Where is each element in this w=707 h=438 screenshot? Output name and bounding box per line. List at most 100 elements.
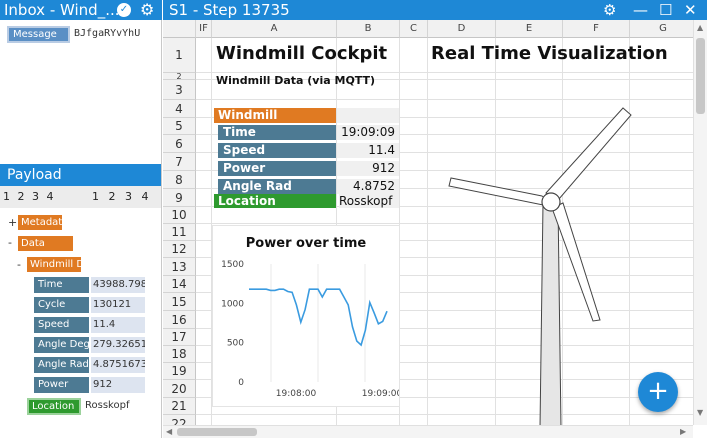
row-header[interactable]: 19 [163,363,196,380]
spreadsheet[interactable]: IF A B C D E F G 1 2 3 4 5 6 7 8 9 10 11 12 13 14 15 16… [163,20,693,425]
location-value: Rosskopf [339,194,399,208]
y-tick-label: 1500 [221,260,244,270]
row-header[interactable]: 11 [163,224,196,241]
table-value: 912 [337,161,399,176]
row-header[interactable]: 14 [163,276,196,293]
depth-levels-right[interactable]: 1 2 3 4 [92,186,151,208]
scroll-right-icon[interactable]: ▶ [680,427,686,436]
scroll-down-icon[interactable]: ▼ [697,408,703,417]
column-header[interactable]: C [400,20,428,38]
x-tick-label: 19:09:00 [362,389,399,399]
chart-plot: 0 500 1000 1500 19:08:00 19:09:00 [221,260,399,399]
row-header[interactable]: 7 [163,153,196,171]
column-header[interactable]: E [496,20,563,38]
windmill-blade [545,107,632,200]
row-header[interactable]: 5 [163,118,196,135]
field-key: Angle Rad [34,357,89,373]
left-window-title: Inbox - Wind_... ✓ ⚙ [0,0,162,20]
y-tick-label: 0 [238,378,244,388]
table-value: 4.8752 [337,179,399,194]
subtitle: Windmill Data (via MQTT) [216,74,376,87]
horizontal-scroll-thumb[interactable] [177,428,257,436]
table-value: 19:09:09 [337,125,399,140]
inbox-title: Inbox - Wind_... [4,1,120,19]
field-key: Power [34,377,89,393]
gear-icon[interactable]: ⚙ [140,0,154,20]
table-key: Angle Rad [218,179,336,194]
scroll-up-icon[interactable]: ▲ [697,23,703,32]
windmill-tower [539,202,562,425]
windmill-hub [541,192,561,212]
location-key: Location [214,194,336,208]
payload-title: Payload [0,164,161,186]
column-header[interactable]: IF [196,20,212,38]
field-value: 43988.798 [91,277,145,293]
field-key: Angle Deg [34,337,89,353]
minimize-icon[interactable]: — [633,0,648,20]
depth-selector: 1 2 3 4 1 2 3 4 [0,186,161,208]
field-key: Cycle [34,297,89,313]
y-tick-label: 1000 [221,299,244,309]
vertical-scrollbar[interactable]: ▲ ▼ [693,20,707,425]
check-icon: ✓ [117,3,131,17]
table-key: Time [218,125,336,140]
field-value: 4.8751673 [91,357,145,373]
field-value: 912 [91,377,145,393]
row-header[interactable]: 20 [163,380,196,398]
windmill-illustration [448,107,632,425]
y-tick-label: 500 [227,339,244,349]
vertical-scroll-thumb[interactable] [696,38,705,114]
row-header[interactable]: 1 [163,38,196,73]
step-window-title: S1 - Step 13735 ⚙ — ☐ ✕ [163,0,707,20]
column-header[interactable]: D [428,20,496,38]
close-icon[interactable]: ✕ [684,0,697,20]
row-header[interactable]: 18 [163,346,196,363]
table-key: Power [218,161,336,176]
tree-location-key: Location [27,398,81,415]
row-header[interactable]: 13 [163,258,196,276]
table-key: Speed [218,143,336,158]
row-header[interactable]: 8 [163,171,196,189]
row-header[interactable]: 6 [163,135,196,153]
field-value: 130121 [91,297,145,313]
gear-icon[interactable]: ⚙ [603,0,616,20]
row-header[interactable]: 15 [163,293,196,311]
cockpit-title: Windmill Cockpit [216,43,388,64]
row-header[interactable]: 12 [163,241,196,258]
table-header: Windmill [214,108,336,123]
tree-node-windmill[interactable]: Windmill D [27,257,81,272]
row-header[interactable]: 22 [163,415,196,425]
message-value: BJfgaRYvYhU [74,28,141,39]
collapse-icon[interactable]: - [17,258,21,271]
field-value: 279.32651 [91,337,145,353]
collapse-icon[interactable]: - [8,236,12,249]
tree-node-data[interactable]: Data [18,236,73,251]
field-key: Time [34,277,89,293]
message-label[interactable]: Message [7,26,70,43]
tree-node-metadata[interactable]: Metadata [18,215,62,230]
column-header[interactable]: G [630,20,693,38]
row-header[interactable]: 4 [163,100,196,118]
horizontal-scrollbar[interactable]: ◀ ▶ [163,425,693,438]
row-header[interactable]: 10 [163,207,196,224]
depth-levels-left[interactable]: 1 2 3 4 [3,186,55,208]
step-title: S1 - Step 13735 [169,1,290,19]
row-header[interactable]: 3 [163,80,196,100]
expand-icon[interactable]: + [8,216,17,229]
column-header[interactable]: F [563,20,630,38]
x-tick-label: 19:08:00 [276,389,317,399]
table-value: 11.4 [337,143,399,158]
field-value: 11.4 [91,317,145,333]
row-header[interactable]: 2 [163,73,196,81]
maximize-icon[interactable]: ☐ [659,0,672,20]
column-header[interactable]: B [337,20,400,38]
row-header[interactable]: 21 [163,398,196,415]
row-header[interactable]: 17 [163,329,196,346]
tree-location-value: Rosskopf [85,400,130,411]
scroll-left-icon[interactable]: ◀ [166,427,172,436]
corner-cell[interactable] [163,20,196,38]
add-button[interactable]: + [638,372,678,412]
row-header[interactable]: 9 [163,189,196,207]
column-header[interactable]: A [212,20,337,38]
row-header[interactable]: 16 [163,311,196,329]
